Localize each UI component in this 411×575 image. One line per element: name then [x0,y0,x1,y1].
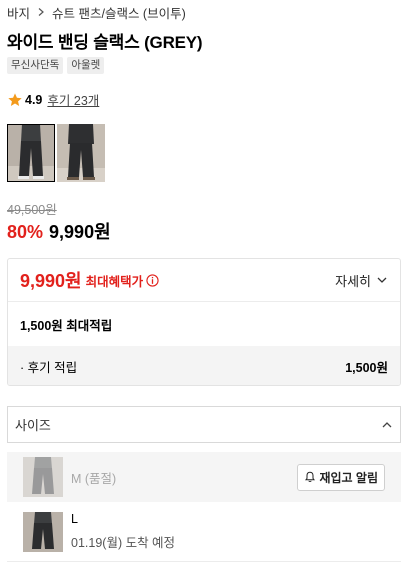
size-option-l[interactable]: L 01.19(월) 도착 예정 [7,502,401,562]
delivery-estimate: 01.19(월) 도착 예정 [71,536,176,550]
chevron-down-icon [377,277,387,283]
original-price: 49,500원 [7,203,57,217]
max-benefit-price: 9,990원 [20,271,82,291]
review-points-value: 1,500원 [345,360,388,375]
breadcrumb-item-pants[interactable]: 바지 [7,3,30,22]
info-icon[interactable] [146,273,159,287]
product-photo-side [57,124,105,182]
breadcrumb-item-slacks[interactable]: 슈트 팬츠/슬랙스 (브이투) [52,3,186,22]
size-dropdown-label: 사이즈 [15,418,51,433]
size-option-m: M (품절) 재입고 알림 [7,452,401,502]
option-label: L [71,512,78,526]
star-icon [8,92,22,106]
breadcrumb: 바지 슈트 팬츠/슬랙스 (브이투) [7,3,186,22]
chevron-up-icon [382,421,392,427]
benefit-header: 9,990원 최대혜택가 자세히 [8,259,400,302]
option-label: M (품절) [71,471,117,486]
restock-alert-button[interactable]: 재입고 알림 [297,463,385,491]
option-thumbnail [23,457,63,497]
sale-price: 9,990원 [49,222,111,242]
tag-outlet: 아울렛 [67,57,105,74]
benefit-panel: 9,990원 최대혜택가 자세히 1,500원 최대적립 · 후기 적립 1,5… [7,258,401,386]
discount-rate: 80% [7,222,44,242]
max-points-label: 1,500원 최대적립 [20,318,113,333]
rating-score: 4.9 [25,92,43,107]
benefit-detail-button[interactable]: 자세히 [335,271,388,290]
size-dropdown[interactable]: 사이즈 [7,406,401,443]
thumbnail-gallery [7,124,105,182]
rating-summary: 4.9 후기 23개 [7,90,99,109]
chevron-right-icon [35,6,47,18]
restock-alert-label: 재입고 알림 [319,470,378,485]
product-title: 와이드 밴딩 슬랙스 (GREY) [7,33,203,52]
review-points-label: · 후기 적립 [20,360,78,375]
bell-icon [305,471,316,482]
thumbnail-2[interactable] [57,124,105,182]
benefit-detail-label: 자세히 [335,273,371,289]
tag-exclusive: 무신사단독 [7,57,64,74]
thumbnail-1[interactable] [7,124,55,182]
option-thumbnail [23,511,63,552]
product-photo-front [7,124,55,182]
product-tags: 무신사단독 아울렛 [7,57,105,74]
review-points-row: · 후기 적립 1,500원 [8,346,400,385]
sale-price-row: 80% 9,990원 [7,218,111,244]
max-benefit-label: 최대혜택가 [85,274,144,289]
review-count-link[interactable]: 후기 23개 [47,90,99,109]
